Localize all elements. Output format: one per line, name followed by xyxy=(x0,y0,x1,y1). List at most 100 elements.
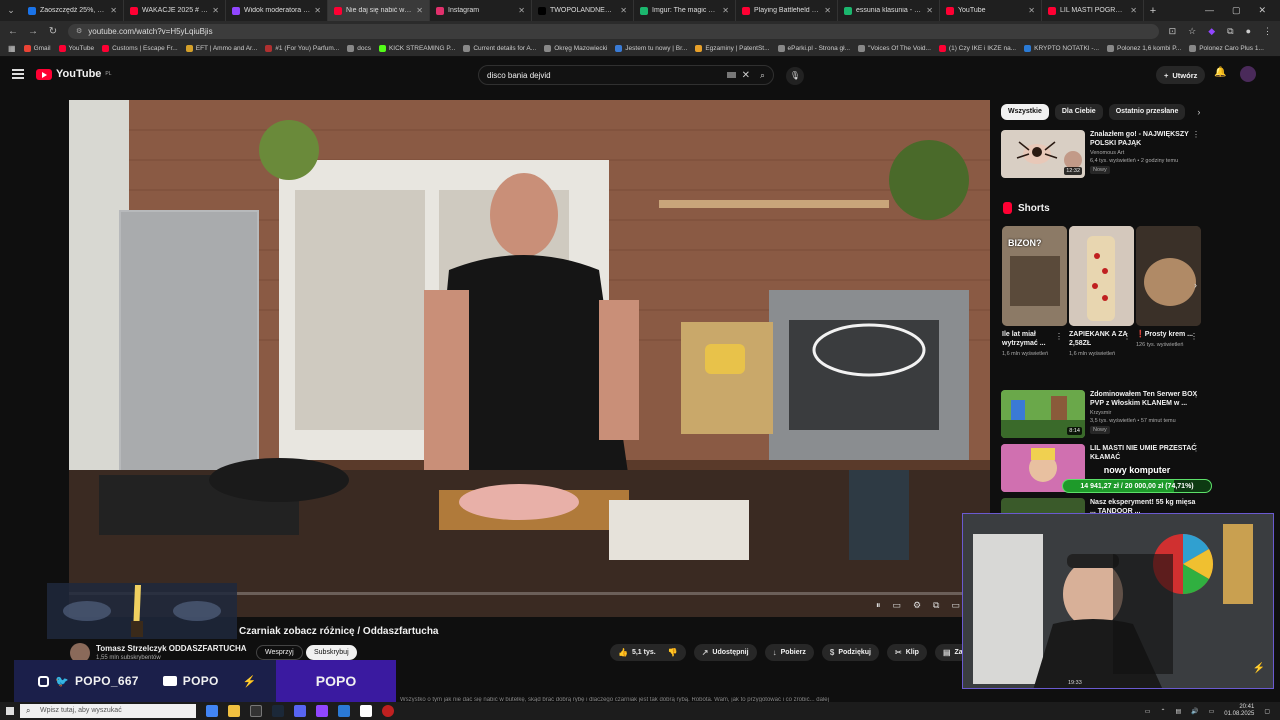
browser-tab[interactable]: Nie daj się nabić w butel ✕ xyxy=(328,0,430,21)
search-icon[interactable]: ⌕ xyxy=(760,70,765,81)
recommendation-channel[interactable]: Krzysmir xyxy=(1090,410,1111,416)
windows-start-icon[interactable] xyxy=(0,702,20,720)
create-button[interactable]: + Utwórz xyxy=(1156,66,1206,84)
tab-close-icon[interactable]: ✕ xyxy=(722,6,729,15)
more-options-icon[interactable]: ⋮ xyxy=(1190,332,1198,341)
tab-close-icon[interactable]: ✕ xyxy=(926,6,933,15)
chip-for-you[interactable]: Dla Ciebie xyxy=(1054,104,1103,120)
short-thumbnail[interactable] xyxy=(1136,226,1201,326)
browser-tab[interactable]: Instagram ✕ xyxy=(430,0,532,21)
thanks-button[interactable]: $ Podziękuj xyxy=(821,644,879,661)
chip-recent[interactable]: Ostatnio przesłane xyxy=(1108,104,1186,120)
reload-icon[interactable]: ↻ xyxy=(48,26,58,37)
back-icon[interactable]: ← xyxy=(8,26,18,37)
short-thumbnail[interactable] xyxy=(1069,226,1134,326)
youtube-logo[interactable]: YouTube PL xyxy=(36,68,112,80)
shorts-next-icon[interactable]: › xyxy=(1194,280,1197,290)
recommendation-title[interactable]: Nasz eksperyment! 55 kg mięsa ... TANDOO… xyxy=(1090,498,1198,514)
browser-tab[interactable]: TWOPOLANDNEWS @ w✕ xyxy=(532,0,634,21)
miniplayer-icon[interactable]: ⧉ xyxy=(933,600,939,611)
browser-tab[interactable]: essunia klasunia - Imgur ✕ xyxy=(838,0,940,21)
browser-tab[interactable]: Widok moderatora kanał✕ xyxy=(226,0,328,21)
subscribe-button[interactable]: Subskrybuj xyxy=(306,645,357,660)
video-thumbnail[interactable]: 8:14 xyxy=(1001,390,1085,438)
recommendation-item[interactable]: 8:14 Zdominowałem Ten Serwer BOX PVP z W… xyxy=(1001,390,1206,440)
browser-tab[interactable]: WAKACJE 2025 # ENDRU ✕ xyxy=(124,0,226,21)
autoplay-toggle-icon[interactable]: ⏸ xyxy=(876,600,881,611)
bookmark-item[interactable]: Gmail xyxy=(23,45,51,52)
bookmark-item[interactable]: YouTube xyxy=(58,45,94,52)
voice-search-icon[interactable]: 🎙 xyxy=(786,67,804,85)
clip-button[interactable]: ✂ Klip xyxy=(887,644,927,661)
settings-gear-icon[interactable]: ⚙ xyxy=(913,600,921,611)
bookmark-item[interactable]: Polonez 1,6 kombi P... xyxy=(1107,45,1181,52)
short-thumbnail[interactable]: BIZON? xyxy=(1002,226,1067,326)
video-player[interactable]: ⏸ ▭ ⚙ ⧉ ▭ xyxy=(69,100,990,617)
app-icon[interactable] xyxy=(316,705,328,717)
short-title[interactable]: Ile lat miał wytrzymać ... xyxy=(1002,330,1062,348)
recommendation-title[interactable]: Zdominowałem Ten Serwer BOX PVP z Włoski… xyxy=(1090,390,1198,408)
bookmark-item[interactable]: (1) Czy IKE i IKZE na... xyxy=(938,45,1016,52)
tab-close-icon[interactable]: ✕ xyxy=(620,6,627,15)
app-icon[interactable] xyxy=(250,705,262,717)
tab-close-icon[interactable]: ✕ xyxy=(314,6,321,15)
minimize-icon[interactable]: — xyxy=(1205,5,1214,16)
tab-close-icon[interactable]: ✕ xyxy=(416,6,423,15)
tab-close-icon[interactable]: ✕ xyxy=(212,6,219,15)
short-title[interactable]: ❗Prosty krem ... xyxy=(1136,330,1196,339)
bookmark-item[interactable]: Polonez Caro Plus 1... xyxy=(1189,45,1264,52)
recommendation-title[interactable]: Znalazłem go! - NAJWIĘKSZY POLSKI PAJĄK xyxy=(1090,130,1198,148)
video-thumbnail[interactable] xyxy=(1001,498,1085,514)
taskbar-clock[interactable]: 20:41 01.08.2025 xyxy=(1224,704,1254,718)
extensions-puzzle-icon[interactable]: ⧉ xyxy=(1227,26,1233,37)
notification-center-icon[interactable]: ▢ xyxy=(1264,708,1270,715)
like-button[interactable]: 👍 5,1 tys. 👎 xyxy=(610,644,686,661)
bookmark-star-icon[interactable]: ☆ xyxy=(1188,26,1196,37)
tray-chevron-icon[interactable]: ⌃ xyxy=(1160,708,1165,715)
bookmark-item[interactable]: Current details for A... xyxy=(463,45,536,52)
chevron-right-icon[interactable]: › xyxy=(1197,107,1200,117)
bookmark-item[interactable]: #1 (For You) Parfum... xyxy=(265,45,339,52)
subtitles-icon[interactable]: ▭ xyxy=(892,600,901,611)
tab-close-icon[interactable]: ✕ xyxy=(1130,6,1137,15)
tab-close-icon[interactable]: ✕ xyxy=(1028,6,1035,15)
profile-icon[interactable]: ● xyxy=(1246,26,1251,37)
browser-tab[interactable]: Imgur: The magic of the I✕ xyxy=(634,0,736,21)
bookmark-item[interactable]: "Voices Of The Void... xyxy=(858,45,931,52)
browser-tab[interactable]: YouTube ✕ xyxy=(940,0,1042,21)
tab-search-icon[interactable]: ⌄ xyxy=(0,0,22,21)
bookmark-item[interactable]: KICK STREAMING P... xyxy=(378,45,455,52)
steam-icon[interactable] xyxy=(272,705,284,717)
search-input[interactable]: disco bania dejvid ✕ ⌕ xyxy=(478,65,774,85)
recommendation-channel[interactable]: Venomous Art xyxy=(1090,150,1124,156)
notifications-bell-icon[interactable]: 🔔 xyxy=(1214,67,1226,78)
recommendation-item[interactable]: 12:32 Znalazłem go! - NAJWIĘKSZY POLSKI … xyxy=(1001,130,1206,180)
video-thumbnail[interactable]: 12:32 xyxy=(1001,130,1085,178)
more-options-icon[interactable]: ⋮ xyxy=(1055,332,1063,341)
more-options-icon[interactable]: ⋮ xyxy=(1192,390,1200,399)
menu-hamburger-icon[interactable] xyxy=(12,69,24,79)
keyboard-icon[interactable] xyxy=(726,72,736,78)
tab-close-icon[interactable]: ✕ xyxy=(824,6,831,15)
app-icon[interactable] xyxy=(360,705,372,717)
bookmark-item[interactable]: Jestem tu nowy | Br... xyxy=(615,45,687,52)
join-button[interactable]: Wesprzyj xyxy=(256,645,303,660)
new-tab-button[interactable]: + xyxy=(1144,5,1162,17)
obs-icon[interactable] xyxy=(382,705,394,717)
more-options-icon[interactable]: ⋮ xyxy=(1192,444,1200,453)
recommendation-item[interactable]: Nasz eksperyment! 55 kg mięsa ... TANDOO… xyxy=(1001,498,1206,514)
discord-icon[interactable] xyxy=(294,705,306,717)
browser-menu-icon[interactable]: ⋮ xyxy=(1263,26,1272,37)
more-options-icon[interactable]: ⋮ xyxy=(1192,130,1200,139)
short-title[interactable]: ZAPIEKANK A ZA 2,58ZŁ xyxy=(1069,330,1129,348)
bookmark-item[interactable]: EFT | Ammo and Ar... xyxy=(185,45,257,52)
theater-mode-icon[interactable]: ▭ xyxy=(951,600,960,611)
app-icon[interactable] xyxy=(338,705,350,717)
chip-all[interactable]: Wszystkie xyxy=(1001,104,1049,120)
recommendation-title[interactable]: LIL MASTI NIE UMIE PRZESTAĆ KŁAMAĆ xyxy=(1090,444,1198,462)
tray-app-icon[interactable]: ▭ xyxy=(1145,708,1151,715)
bookmark-item[interactable]: eParki.pl - Strona gł... xyxy=(777,45,850,52)
close-window-icon[interactable]: ✕ xyxy=(1258,5,1266,16)
thumbs-down-icon[interactable]: 👎 xyxy=(668,648,678,657)
browser-tab[interactable]: Playing Battlefield 1942 In ✕ xyxy=(736,0,838,21)
